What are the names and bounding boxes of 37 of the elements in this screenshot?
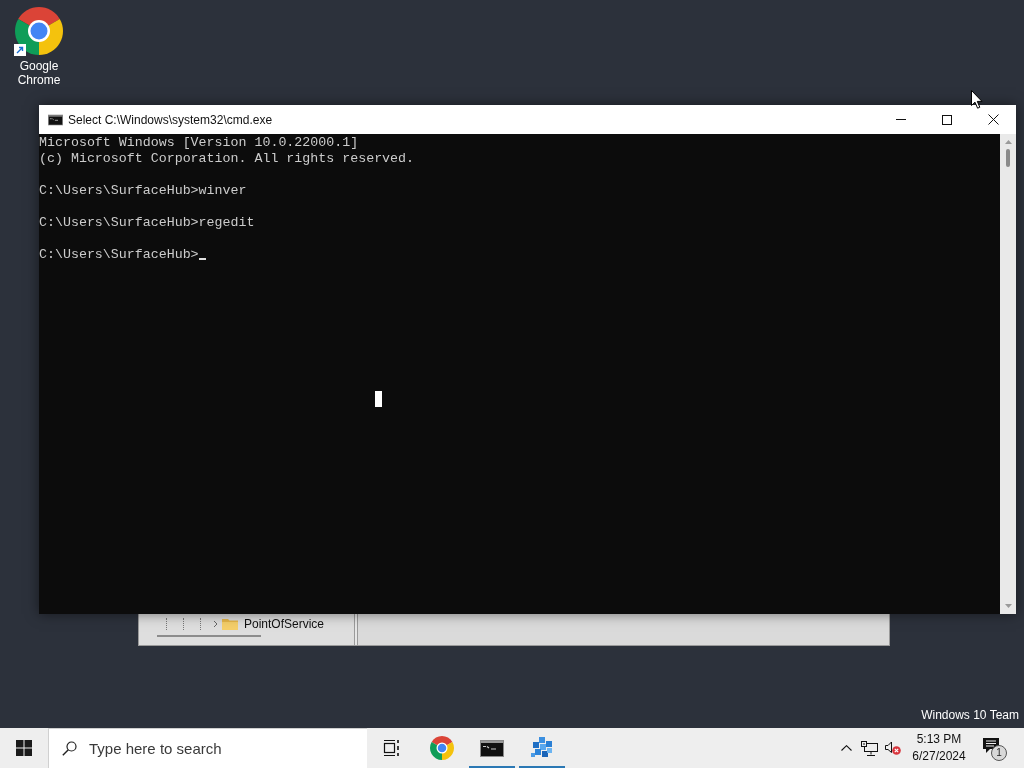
caret-up-icon [840, 745, 852, 751]
shortcut-arrow-icon [14, 44, 26, 56]
notification-badge: 1 [991, 745, 1007, 761]
notifications-button[interactable]: 1 [973, 728, 1013, 768]
search-field[interactable]: Type here to search [89, 736, 359, 761]
windows-logo-icon [16, 740, 32, 756]
console-line: C:\Users\SurfaceHub> [39, 247, 199, 263]
minimize-icon [896, 119, 906, 120]
search-box[interactable]: Type here to search [48, 728, 367, 768]
scrollbar-thumb[interactable] [1006, 149, 1010, 167]
edition-text: Windows 10 Team [921, 707, 1019, 724]
terminal-icon [48, 113, 63, 126]
clock-time: 5:13 PM [916, 731, 962, 748]
scroll-up-icon[interactable] [1004, 140, 1012, 144]
window-title: Select C:\Windows\system32\cmd.exe [68, 111, 273, 129]
console-line: C:\Users\SurfaceHub>winver [39, 183, 247, 199]
clock-date: 6/27/2024 [912, 748, 966, 765]
console-line: C:\Users\SurfaceHub>regedit [39, 215, 255, 231]
folder-icon [222, 618, 238, 630]
network-monitor-icon [860, 740, 878, 756]
console-line: Microsoft Windows [Version 10.0.22000.1] [39, 135, 359, 151]
chrome-logo-icon[interactable] [15, 7, 63, 55]
selection-cursor-icon [375, 391, 382, 407]
search-icon [62, 741, 77, 756]
terminal-icon[interactable] [480, 739, 504, 757]
console-line: (c) Microsoft Corporation. All rights reserved. [39, 151, 415, 167]
scroll-down-icon[interactable] [1004, 604, 1012, 608]
vertical-scrollbar[interactable] [1000, 134, 1016, 614]
shortcut-label[interactable]: Google Chrome [11, 59, 67, 87]
maximize-icon [942, 114, 952, 125]
task-view-icon [383, 739, 401, 757]
cubes-icon[interactable] [531, 737, 553, 759]
chevron-icon[interactable] [213, 620, 218, 628]
tree-item[interactable]: PointOfService [244, 616, 325, 632]
clock-button[interactable]: 5:13 PM 6/27/2024 [905, 728, 973, 768]
scrollbar-thumb[interactable] [157, 635, 261, 637]
close-icon [987, 114, 999, 125]
